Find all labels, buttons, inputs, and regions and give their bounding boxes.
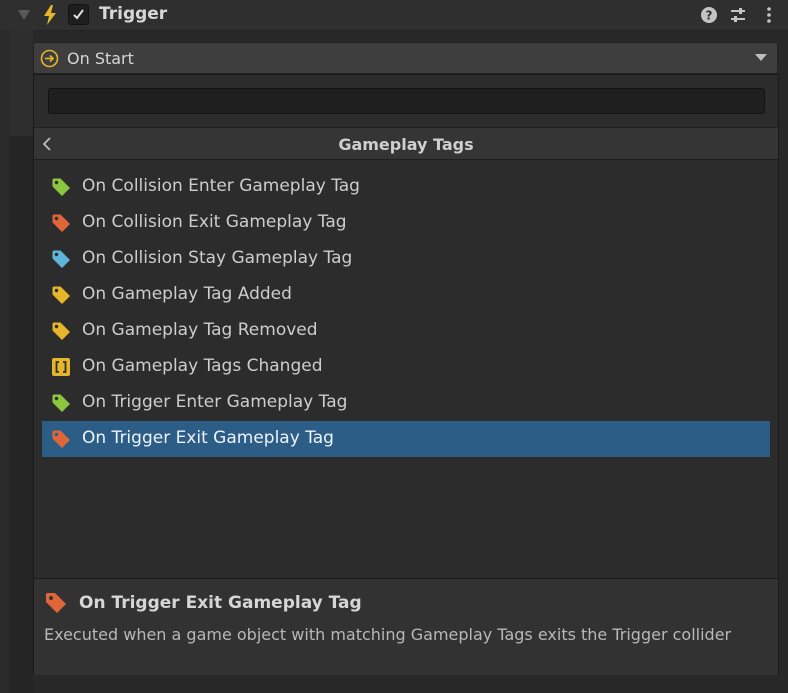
foldout-arrow-icon[interactable]	[17, 8, 31, 22]
category-title: Gameplay Tags	[338, 135, 474, 154]
help-icon[interactable]: ?	[700, 6, 718, 24]
tag-icon	[52, 394, 70, 412]
tag-icon	[52, 214, 70, 232]
component-header: Trigger ?	[0, 0, 788, 31]
list-item-label: On Collision Exit Gameplay Tag	[82, 212, 347, 232]
inspector-indent	[9, 30, 33, 137]
event-type-dropdown[interactable]: On Start	[33, 42, 778, 74]
component-title: Trigger	[99, 4, 168, 24]
list-item-label: On Trigger Enter Gameplay Tag	[82, 392, 348, 412]
list-item[interactable]: On Collision Stay Gameplay Tag	[42, 241, 770, 277]
chevron-down-icon	[755, 54, 767, 61]
enter-circle-icon	[40, 49, 59, 68]
list-item[interactable]: On Collision Enter Gameplay Tag	[42, 169, 770, 205]
enabled-checkbox[interactable]	[68, 4, 89, 25]
dropdown-selected-label: On Start	[67, 49, 134, 68]
list-item-label: On Gameplay Tag Added	[82, 284, 292, 304]
lightning-bolt-icon	[44, 5, 56, 25]
list-item-label: On Gameplay Tag Removed	[82, 320, 318, 340]
list-item-label: On Trigger Exit Gameplay Tag	[82, 428, 334, 448]
list-item-label: On Gameplay Tags Changed	[82, 356, 323, 376]
inspector-indent-lower	[9, 136, 33, 693]
details-title: On Trigger Exit Gameplay Tag	[79, 593, 362, 613]
details-description: Executed when a game object with matchin…	[44, 625, 732, 644]
list-item[interactable]: On Gameplay Tag Removed	[42, 313, 770, 349]
category-header: Gameplay Tags	[34, 127, 778, 160]
more-options-icon[interactable]	[760, 6, 778, 24]
search-input[interactable]	[48, 88, 765, 114]
event-picker-popup: Gameplay Tags On Collision Enter Gamepla…	[33, 74, 779, 675]
list-item[interactable]: On Trigger Enter Gameplay Tag	[42, 385, 770, 421]
tag-icon	[52, 250, 70, 268]
list-item[interactable]: On Collision Exit Gameplay Tag	[42, 205, 770, 241]
details-panel: On Trigger Exit Gameplay Tag Executed wh…	[34, 578, 778, 675]
list-item-label: On Collision Stay Gameplay Tag	[82, 248, 353, 268]
list-item-label: On Collision Enter Gameplay Tag	[82, 176, 360, 196]
svg-text:?: ?	[706, 9, 713, 23]
brackets-icon	[52, 358, 70, 376]
checkmark-icon	[73, 9, 84, 20]
tag-icon	[52, 430, 70, 448]
tag-icon	[52, 286, 70, 304]
list-item[interactable]: On Gameplay Tag Added	[42, 277, 770, 313]
tag-icon	[52, 322, 70, 340]
preset-sliders-icon[interactable]	[729, 6, 747, 24]
list-item[interactable]: On Gameplay Tags Changed	[42, 349, 770, 385]
tag-icon	[46, 593, 66, 613]
tag-icon	[52, 178, 70, 196]
list-item[interactable]: On Trigger Exit Gameplay Tag	[42, 421, 770, 457]
